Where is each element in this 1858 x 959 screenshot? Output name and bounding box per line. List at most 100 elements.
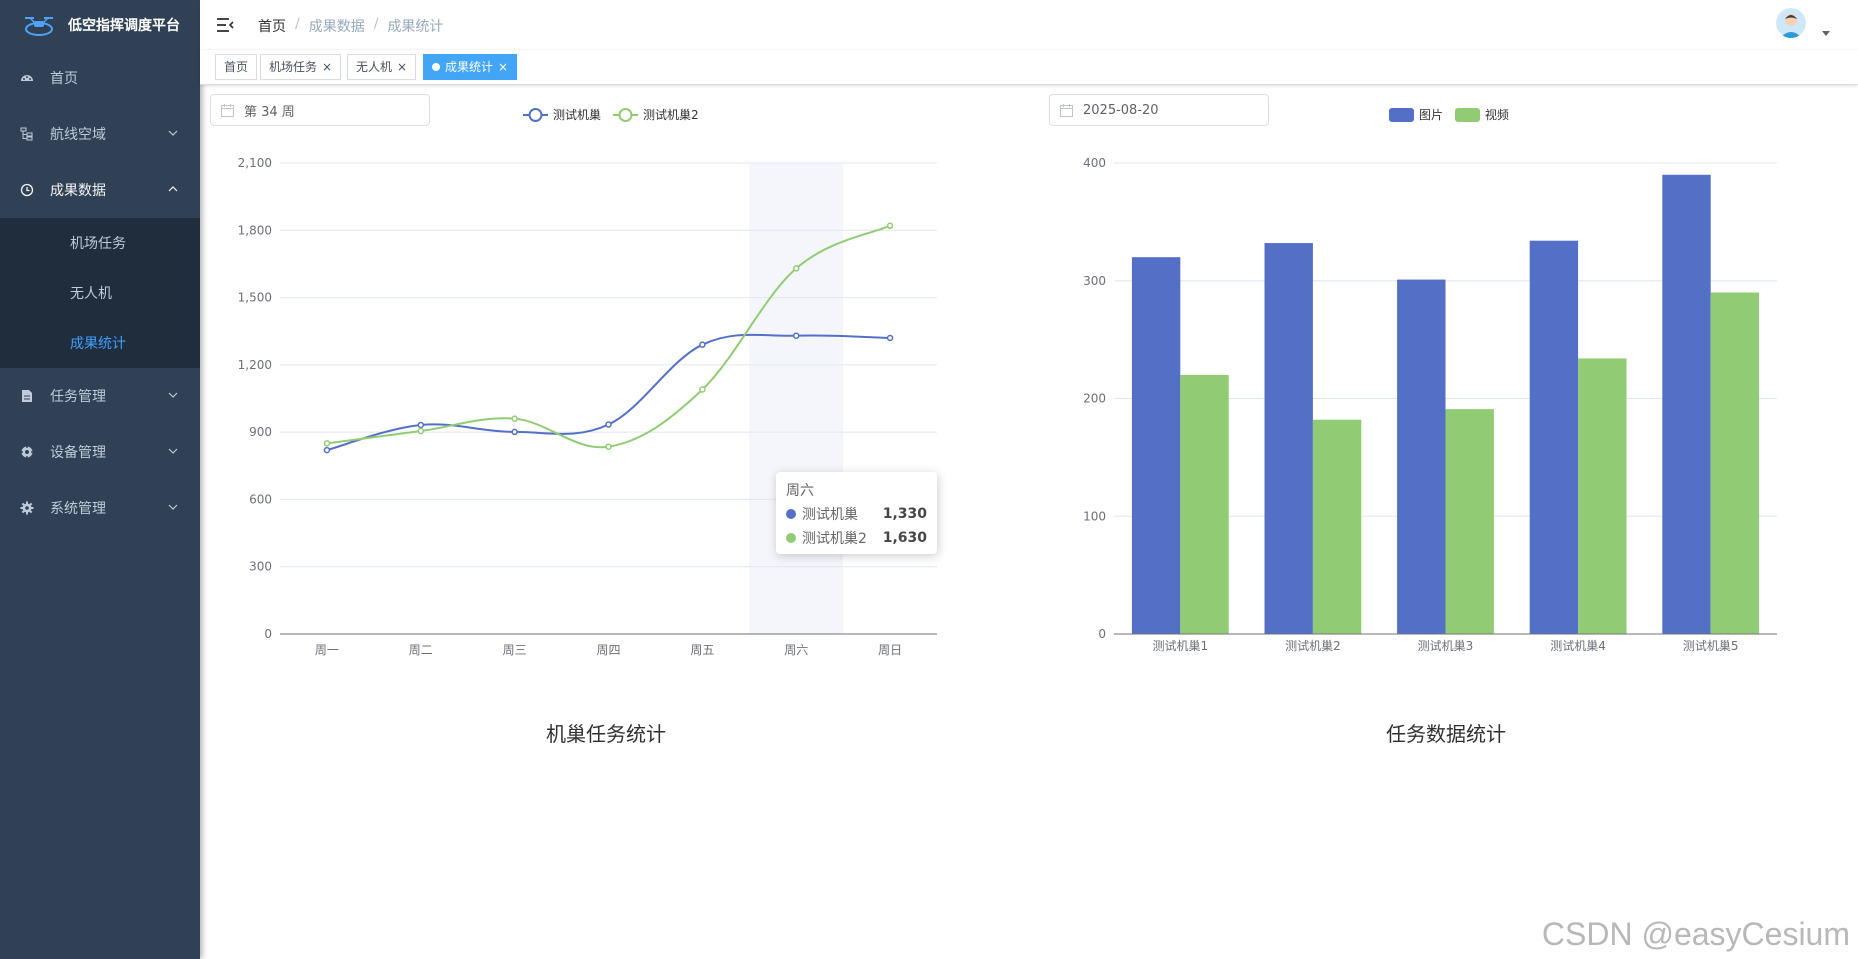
sidebar-item-label: 系统管理 <box>50 501 106 517</box>
close-icon[interactable]: × <box>322 54 332 80</box>
y-tick-label: 0 <box>264 627 272 641</box>
x-tick-label: 周四 <box>596 643 620 657</box>
y-tick-label: 1,500 <box>238 291 272 305</box>
tooltip-series-name: 测试机巢 <box>802 507 858 523</box>
x-tick-label: 周二 <box>409 643 433 657</box>
hamburger-icon[interactable] <box>216 16 234 34</box>
bar-2 <box>1710 292 1760 634</box>
bar-2 <box>1180 374 1229 634</box>
legend-marker <box>1455 108 1480 122</box>
tag-airport-tasks[interactable]: 机场任务 × <box>260 54 342 80</box>
navbar: 首页 / 成果数据 / 成果统计 <box>200 0 1858 50</box>
sidebar: 低空指挥调度平台 首页 航线空域 成果数据 机场任务 无人机 成果统计 任务管理 <box>0 0 200 959</box>
x-tick-label: 周五 <box>690 643 714 657</box>
y-tick-label: 0 <box>1098 627 1106 641</box>
data-point <box>605 421 612 428</box>
x-tick-label: 周六 <box>784 643 808 657</box>
breadcrumb-item: 成果统计 <box>387 19 444 35</box>
sidebar-item-task-management[interactable]: 任务管理 <box>0 368 200 424</box>
legend-label: 测试机巢2 <box>643 107 699 122</box>
bar-1 <box>1264 243 1313 634</box>
sidebar-item-airspace[interactable]: 航线空域 <box>0 106 200 162</box>
legend-label: 测试机巢 <box>553 107 601 122</box>
user-avatar-icon <box>1776 8 1806 38</box>
sidebar-item-home[interactable]: 首页 <box>0 50 200 106</box>
series-dot-icon <box>786 509 796 519</box>
caret-down-icon[interactable] <box>1822 31 1830 36</box>
x-tick-label: 测试机巢1 <box>1152 638 1208 653</box>
active-dot-icon <box>432 63 440 71</box>
y-tick-label: 200 <box>1083 392 1106 406</box>
x-tick-label: 测试机巢5 <box>1683 638 1739 653</box>
sidebar-item-label: 首页 <box>50 71 78 87</box>
tree-icon <box>20 127 34 141</box>
y-tick-label: 300 <box>1083 274 1106 288</box>
tag-result-stats[interactable]: 成果统计 × <box>423 54 518 80</box>
data-point <box>886 334 894 342</box>
clock-icon <box>20 183 34 197</box>
breadcrumb-separator: / <box>295 16 300 32</box>
tooltip-value: 1,330 <box>882 506 927 522</box>
data-point <box>417 421 425 429</box>
line-chart[interactable]: 0 300 600 900 1,200 1,500 1,800 2,100 周一 周二 周三 周四 周五… <box>200 100 970 680</box>
close-icon[interactable]: × <box>397 54 407 80</box>
chevron-down-icon <box>168 392 178 398</box>
data-point <box>699 386 706 393</box>
tooltip-series-name: 测试机巢2 <box>802 531 867 547</box>
chevron-down-icon <box>168 448 178 454</box>
chevron-down-icon <box>168 504 178 510</box>
sidebar-item-label: 任务管理 <box>50 389 106 405</box>
tag-home[interactable]: 首页 <box>215 54 258 80</box>
gear-icon <box>20 501 34 515</box>
y-tick-label: 400 <box>1083 156 1106 170</box>
bar-1 <box>1131 257 1181 634</box>
sidebar-item-label: 设备管理 <box>50 445 106 461</box>
tag-label: 成果统计 <box>445 60 494 74</box>
x-tick-label: 测试机巢4 <box>1550 638 1606 653</box>
tag-drones[interactable]: 无人机 × <box>347 54 417 80</box>
tag-label: 无人机 <box>356 60 393 74</box>
breadcrumb-item[interactable]: 首页 <box>258 16 286 36</box>
sidebar-item-results[interactable]: 成果数据 <box>0 162 200 218</box>
tag-label: 首页 <box>224 60 249 74</box>
sidebar-item-label: 成果数据 <box>50 183 106 199</box>
y-tick-label: 1,200 <box>238 358 272 372</box>
tooltip-title: 周六 <box>786 483 814 499</box>
y-tick-label: 900 <box>249 425 272 439</box>
watermark: CSDN @easyCesium <box>1541 916 1850 952</box>
sidebar-subitem-airport-tasks[interactable]: 机场任务 <box>0 218 200 268</box>
tooltip-row: 测试机巢 1,330 <box>786 504 927 524</box>
y-tick-label: 2,100 <box>238 156 272 170</box>
sidebar-subitem-result-stats[interactable]: 成果统计 <box>0 318 200 368</box>
data-point <box>886 222 894 230</box>
x-tick-label: 周一 <box>315 643 339 657</box>
data-point <box>511 428 518 436</box>
sidebar-subitem-drones[interactable]: 无人机 <box>0 268 200 318</box>
data-point <box>323 446 331 454</box>
breadcrumb-item: 成果数据 <box>308 19 365 35</box>
sidebar-item-label: 航线空域 <box>50 127 106 143</box>
y-tick-label: 600 <box>249 492 272 506</box>
legend-marker <box>528 108 543 122</box>
drone-logo-icon <box>25 17 53 36</box>
x-tick-label: 周三 <box>503 643 527 657</box>
target-icon <box>20 445 34 459</box>
x-tick-label: 测试机巢3 <box>1418 638 1474 653</box>
bar-2 <box>1312 419 1362 634</box>
dashboard-icon <box>20 71 34 85</box>
bar-1 <box>1397 279 1446 634</box>
logo[interactable]: 低空指挥调度平台 <box>0 0 200 50</box>
data-point <box>699 341 706 348</box>
y-tick-label: 300 <box>249 560 272 574</box>
bar-chart-title: 任务数据统计 <box>1386 722 1506 746</box>
sidebar-item-device-management[interactable]: 设备管理 <box>0 424 200 480</box>
tag-label: 机场任务 <box>269 60 318 74</box>
avatar[interactable] <box>1776 8 1806 38</box>
close-icon[interactable]: × <box>498 54 508 80</box>
breadcrumb: 首页 / 成果数据 / 成果统计 <box>258 16 443 36</box>
bar-1 <box>1662 174 1711 634</box>
bar-chart[interactable]: 0 100 200 300 400 测试机巢1 测试机巢2 测试机巢3 测试机巢4 测试机巢5 图片… <box>1040 100 1830 680</box>
legend-marker <box>1389 108 1414 122</box>
breadcrumb-separator: / <box>373 16 379 32</box>
sidebar-item-system-management[interactable]: 系统管理 <box>0 480 200 536</box>
